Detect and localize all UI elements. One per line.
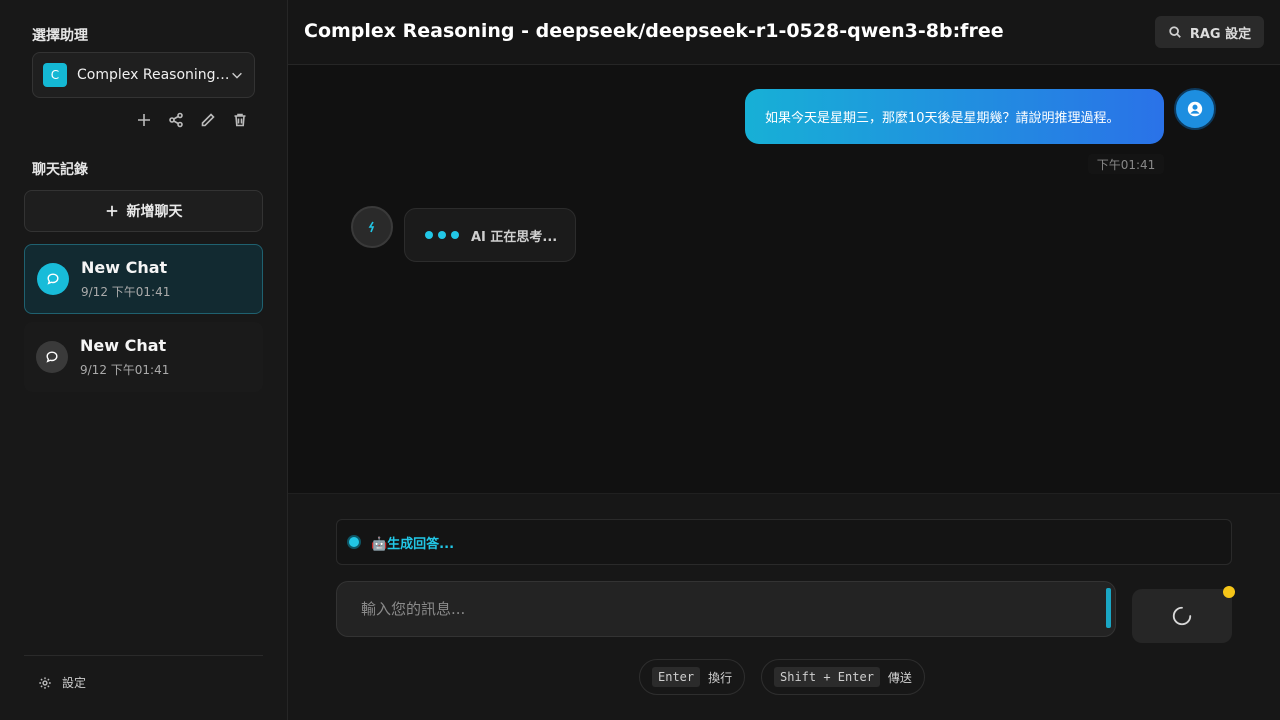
kbd-key: Enter (652, 667, 701, 687)
rag-settings-button[interactable]: RAG 設定 (1155, 16, 1264, 48)
assistant-actions (134, 110, 250, 130)
chat-history-item[interactable]: New Chat 9/12 下午01:41 (24, 244, 263, 314)
gear-icon (39, 676, 51, 689)
status-indicator-dot (1223, 586, 1235, 598)
status-dot (347, 535, 361, 549)
message-timestamp: 下午01:41 (1088, 154, 1164, 174)
user-message-bubble: 如果今天是星期三，那麼10天後是星期幾？請說明推理過程。 (745, 89, 1164, 144)
kbd-key: Shift + Enter (774, 667, 880, 687)
ai-thinking-text: AI 正在思考... (471, 229, 558, 245)
new-chat-label: 新增聊天 (126, 204, 183, 220)
user-icon (1187, 101, 1203, 117)
loading-spinner-icon (1172, 606, 1192, 626)
keyboard-hint-shift-enter: Shift + Enter 傳送 (761, 659, 925, 695)
header: Complex Reasoning - deepseek/deepseek-r1… (288, 0, 1280, 65)
kbd-label: 換行 (708, 670, 733, 685)
send-button[interactable] (1132, 589, 1232, 643)
share-icon (169, 112, 183, 128)
plus-icon (106, 205, 117, 217)
user-avatar (1174, 88, 1216, 130)
kbd-label: 傳送 (887, 670, 912, 685)
chat-time: 9/12 下午01:41 (80, 363, 170, 377)
ai-avatar (351, 206, 393, 248)
chat-bubble-icon (46, 351, 58, 363)
share-assistant-button[interactable] (166, 110, 186, 130)
assistant-badge: C (43, 63, 67, 87)
page-title: Complex Reasoning - deepseek/deepseek-r1… (304, 20, 1004, 42)
chat-avatar (37, 263, 69, 295)
message-input[interactable] (336, 581, 1116, 637)
input-scroll-indicator (1106, 588, 1111, 628)
plus-icon (138, 114, 150, 126)
generation-status-bar: 🤖生成回答... (336, 519, 1232, 565)
settings-button[interactable]: 設定 (38, 674, 86, 691)
rag-settings-label: RAG 設定 (1189, 26, 1252, 42)
assistant-section-title: 選擇助理 (32, 28, 88, 44)
chat-avatar (36, 341, 68, 373)
typing-indicator (425, 231, 459, 239)
ai-thinking-bubble: AI 正在思考... (404, 208, 576, 262)
add-assistant-button[interactable] (134, 110, 154, 130)
delete-assistant-button[interactable] (230, 110, 250, 130)
search-icon (1169, 26, 1181, 38)
settings-label: 設定 (62, 676, 87, 690)
keyboard-hint-enter: Enter 換行 (639, 659, 746, 695)
assistant-select[interactable]: C Complex Reasoning - deepseek/deepseek-… (32, 52, 255, 98)
chat-title: New Chat (81, 258, 168, 277)
sidebar-divider (24, 655, 263, 656)
generation-status-text: 🤖生成回答... (371, 536, 455, 552)
trash-icon (234, 113, 246, 127)
sidebar: 選擇助理 C Complex Reasoning - deepseek/deep… (0, 0, 288, 720)
chevron-down-icon (232, 72, 242, 79)
pencil-icon (201, 113, 215, 127)
new-chat-button[interactable]: 新增聊天 (24, 190, 263, 232)
chat-title: New Chat (80, 336, 167, 355)
chat-bubble-icon (47, 273, 59, 285)
assistant-name: Complex Reasoning - deepseek/deepseek-r1… (77, 67, 230, 83)
lightning-icon (368, 221, 375, 233)
chat-area: 如果今天是星期三，那麼10天後是星期幾？請說明推理過程。 下午01:41 AI … (288, 65, 1280, 493)
history-section-title: 聊天記錄 (32, 162, 88, 178)
chat-time: 9/12 下午01:41 (81, 285, 171, 299)
edit-assistant-button[interactable] (198, 110, 218, 130)
composer: 🤖生成回答... Enter 換行 Shift + Enter 傳送 (288, 493, 1280, 720)
chat-history-item[interactable]: New Chat 9/12 下午01:41 (24, 322, 263, 392)
